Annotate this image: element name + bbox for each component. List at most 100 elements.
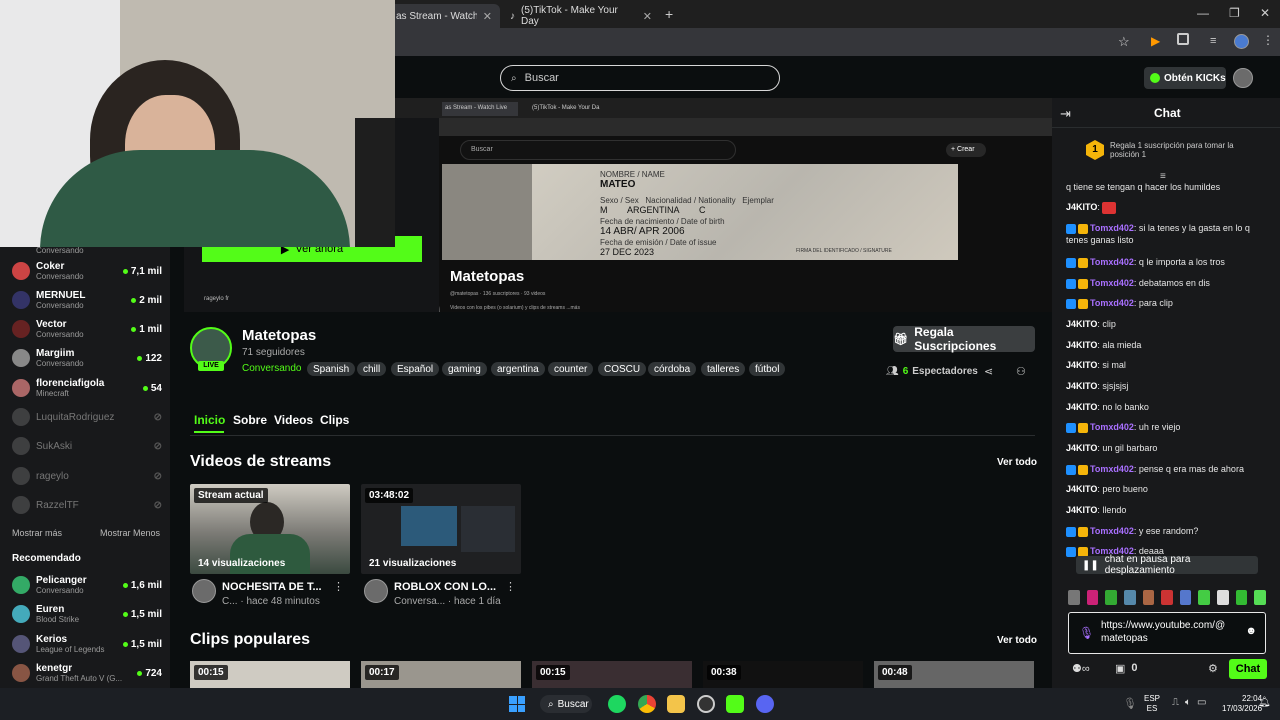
chat-username[interactable]: J4KITO (1066, 505, 1097, 515)
tag[interactable]: córdoba (648, 362, 697, 376)
tag[interactable]: talleres (701, 362, 746, 376)
video-title[interactable]: ROBLOX CON LO... (394, 581, 496, 593)
tab-clips[interactable]: Clips (320, 413, 349, 427)
system-tray[interactable]: ⎍ 🔈︎ ▭ (1172, 697, 1206, 708)
spotify-icon[interactable] (608, 695, 626, 713)
clip-card[interactable]: 00:38 (703, 661, 863, 688)
get-kicks-button[interactable]: Obtén KICKs (1144, 67, 1226, 89)
chat-username[interactable]: Tomxd402 (1090, 298, 1134, 308)
emote-icon[interactable] (1086, 590, 1099, 605)
search-input[interactable]: ⌕ Buscar (500, 65, 780, 91)
extensions-puzzle-icon[interactable] (1177, 33, 1189, 45)
clips-see-all-link[interactable]: Ver todo (997, 635, 1037, 646)
tag[interactable]: chill (357, 362, 387, 376)
share-icon[interactable]: ⋖ (984, 365, 993, 378)
videos-see-all-link[interactable]: Ver todo (997, 457, 1037, 468)
file-explorer-icon[interactable] (667, 695, 685, 713)
clock[interactable]: 22:04 17/03/2026 (1222, 694, 1262, 714)
sidebar-channel-offline[interactable]: LuquitaRodriguez ⊘ (12, 403, 162, 431)
tag[interactable]: Spanish (307, 362, 356, 376)
tag[interactable]: Español (391, 362, 440, 376)
chat-username[interactable]: J4KITO (1066, 443, 1097, 453)
microphone-icon[interactable]: 🎙︎ (1079, 627, 1094, 640)
show-less-button[interactable]: Mostrar Menos (100, 528, 160, 538)
chat-username[interactable]: Tomxd402 (1090, 278, 1134, 288)
tab-kick-stream[interactable]: as Stream - Watch Live ✕ (388, 4, 500, 28)
emote-icon[interactable] (1198, 590, 1211, 605)
windows-start-icon[interactable] (509, 696, 525, 712)
tag[interactable]: argentina (491, 362, 545, 376)
clip-card[interactable]: 00:15 (532, 661, 692, 688)
avatar[interactable] (192, 579, 216, 603)
chat-users-icon[interactable]: ⚉∞ (1072, 662, 1090, 675)
tab-sobre[interactable]: Sobre (233, 413, 267, 427)
sidebar-channel-florenciafigola[interactable]: florenciafigola Minecraft 54 (12, 374, 162, 402)
gift-subs-button[interactable]: 🎁︎ Regala Suscripciones (893, 325, 1035, 353)
stream-category[interactable]: Conversando (242, 363, 301, 374)
close-tab-icon[interactable]: ✕ (483, 10, 492, 23)
microphone-icon[interactable]: 🎙︎ (1123, 697, 1137, 710)
sidebar-channel-offline[interactable]: RazzelTF ⊘ (12, 491, 162, 519)
chat-username[interactable]: J4KITO (1066, 402, 1097, 412)
clip-card[interactable]: 00:15 (190, 661, 350, 688)
taskbar-search[interactable]: ⌕ Buscar (540, 695, 592, 713)
user-settings-icon[interactable]: ⚇ (1016, 365, 1026, 378)
sidebar-channel-margiim[interactable]: Margiim Conversando 122 (12, 344, 162, 372)
close-tab-icon[interactable]: ✕ (643, 10, 652, 23)
extension-play-icon[interactable]: ▶ (1151, 34, 1160, 48)
tag[interactable]: gaming (442, 362, 487, 376)
video-card-thumbnail[interactable]: 03:48:02 21 visualizaciones (361, 484, 521, 574)
chat-username[interactable]: J4KITO (1066, 360, 1097, 370)
tag[interactable]: COSCU (598, 362, 647, 376)
chat-username[interactable]: J4KITO (1066, 381, 1097, 391)
emote-icon[interactable] (1068, 590, 1080, 605)
channel-points[interactable]: ▣ 0 (1115, 662, 1138, 675)
chat-username[interactable]: J4KITO (1066, 340, 1097, 350)
sidebar-recommended-kerios[interactable]: Kerios League of Legends 1,5 mil (12, 630, 162, 658)
collapse-chat-icon[interactable]: ⇥ (1060, 106, 1071, 122)
sidebar-channel-mernuel[interactable]: MERNUEL Conversando 2 mil (12, 286, 162, 314)
more-options-icon[interactable]: ⋮ (505, 580, 516, 593)
sidebar-channel-offline[interactable]: SukAski ⊘ (12, 432, 162, 460)
chat-username[interactable]: Tomxd402 (1090, 526, 1134, 536)
clip-card[interactable]: 00:17 (361, 661, 521, 688)
sidebar-channel-offline[interactable]: rageylo ⊘ (12, 462, 162, 490)
sidebar-channel-vector[interactable]: Vector Conversando 1 mil (12, 315, 162, 343)
video-card-thumbnail[interactable]: Stream actual 14 visualizaciones (190, 484, 350, 574)
language-indicator[interactable]: ESP ES (1144, 694, 1160, 714)
emote-icon[interactable] (1123, 590, 1136, 605)
close-window-button[interactable]: ✕ (1260, 6, 1270, 20)
chat-paused-banner[interactable]: ❚❚ chat en pausa para desplazamiento (1076, 554, 1258, 576)
emote-icon[interactable] (1142, 590, 1155, 605)
chat-username[interactable]: Tomxd402 (1090, 257, 1134, 267)
emote-icon[interactable] (1254, 590, 1267, 605)
kick-app-icon[interactable] (726, 695, 744, 713)
bookmark-star-icon[interactable]: ☆ (1118, 34, 1130, 50)
chat-settings-gear-icon[interactable]: ⚙ (1208, 662, 1218, 675)
chat-username[interactable]: J4KITO (1066, 484, 1097, 494)
show-more-button[interactable]: Mostrar más (12, 528, 62, 538)
new-tab-button[interactable]: + (665, 6, 673, 22)
discord-icon[interactable] (756, 695, 774, 713)
chat-username[interactable]: J4KITO (1066, 319, 1097, 329)
chat-username[interactable]: Tomxd402 (1090, 464, 1134, 474)
emoji-picker-icon[interactable]: ☻ (1245, 625, 1257, 638)
sidebar-recommended-pelicanger[interactable]: Pelicanger Conversando 1,6 mil (12, 571, 162, 599)
browser-menu-icon[interactable]: ⋮ (1262, 33, 1274, 47)
profile-avatar-icon[interactable] (1234, 34, 1249, 49)
emote-icon[interactable] (1161, 590, 1173, 605)
pinned-gift-banner[interactable]: Regala 1 suscripción para tomar la posic… (1110, 141, 1260, 159)
steam-icon[interactable] (697, 695, 715, 713)
emote-icon[interactable] (1217, 590, 1229, 605)
send-chat-button[interactable]: Chat (1229, 659, 1267, 679)
user-avatar[interactable] (1233, 68, 1253, 88)
emote-icon[interactable] (1105, 590, 1117, 605)
sidebar-channel-coker[interactable]: Coker Conversando 7,1 mil (12, 257, 162, 285)
avatar[interactable] (364, 579, 388, 603)
notifications-icon[interactable]: 🔔︎ (1258, 697, 1271, 708)
media-control-icon[interactable]: ≡ (1210, 35, 1216, 47)
tab-tiktok[interactable]: ♪ (5)TikTok - Make Your Day ✕ (502, 4, 660, 28)
chat-username[interactable]: Tomxd402 (1090, 223, 1134, 233)
sidebar-recommended-kenetgr[interactable]: kenetgr Grand Theft Auto V (G... 724 (12, 659, 162, 687)
channel-name[interactable]: Matetopas (242, 327, 316, 344)
